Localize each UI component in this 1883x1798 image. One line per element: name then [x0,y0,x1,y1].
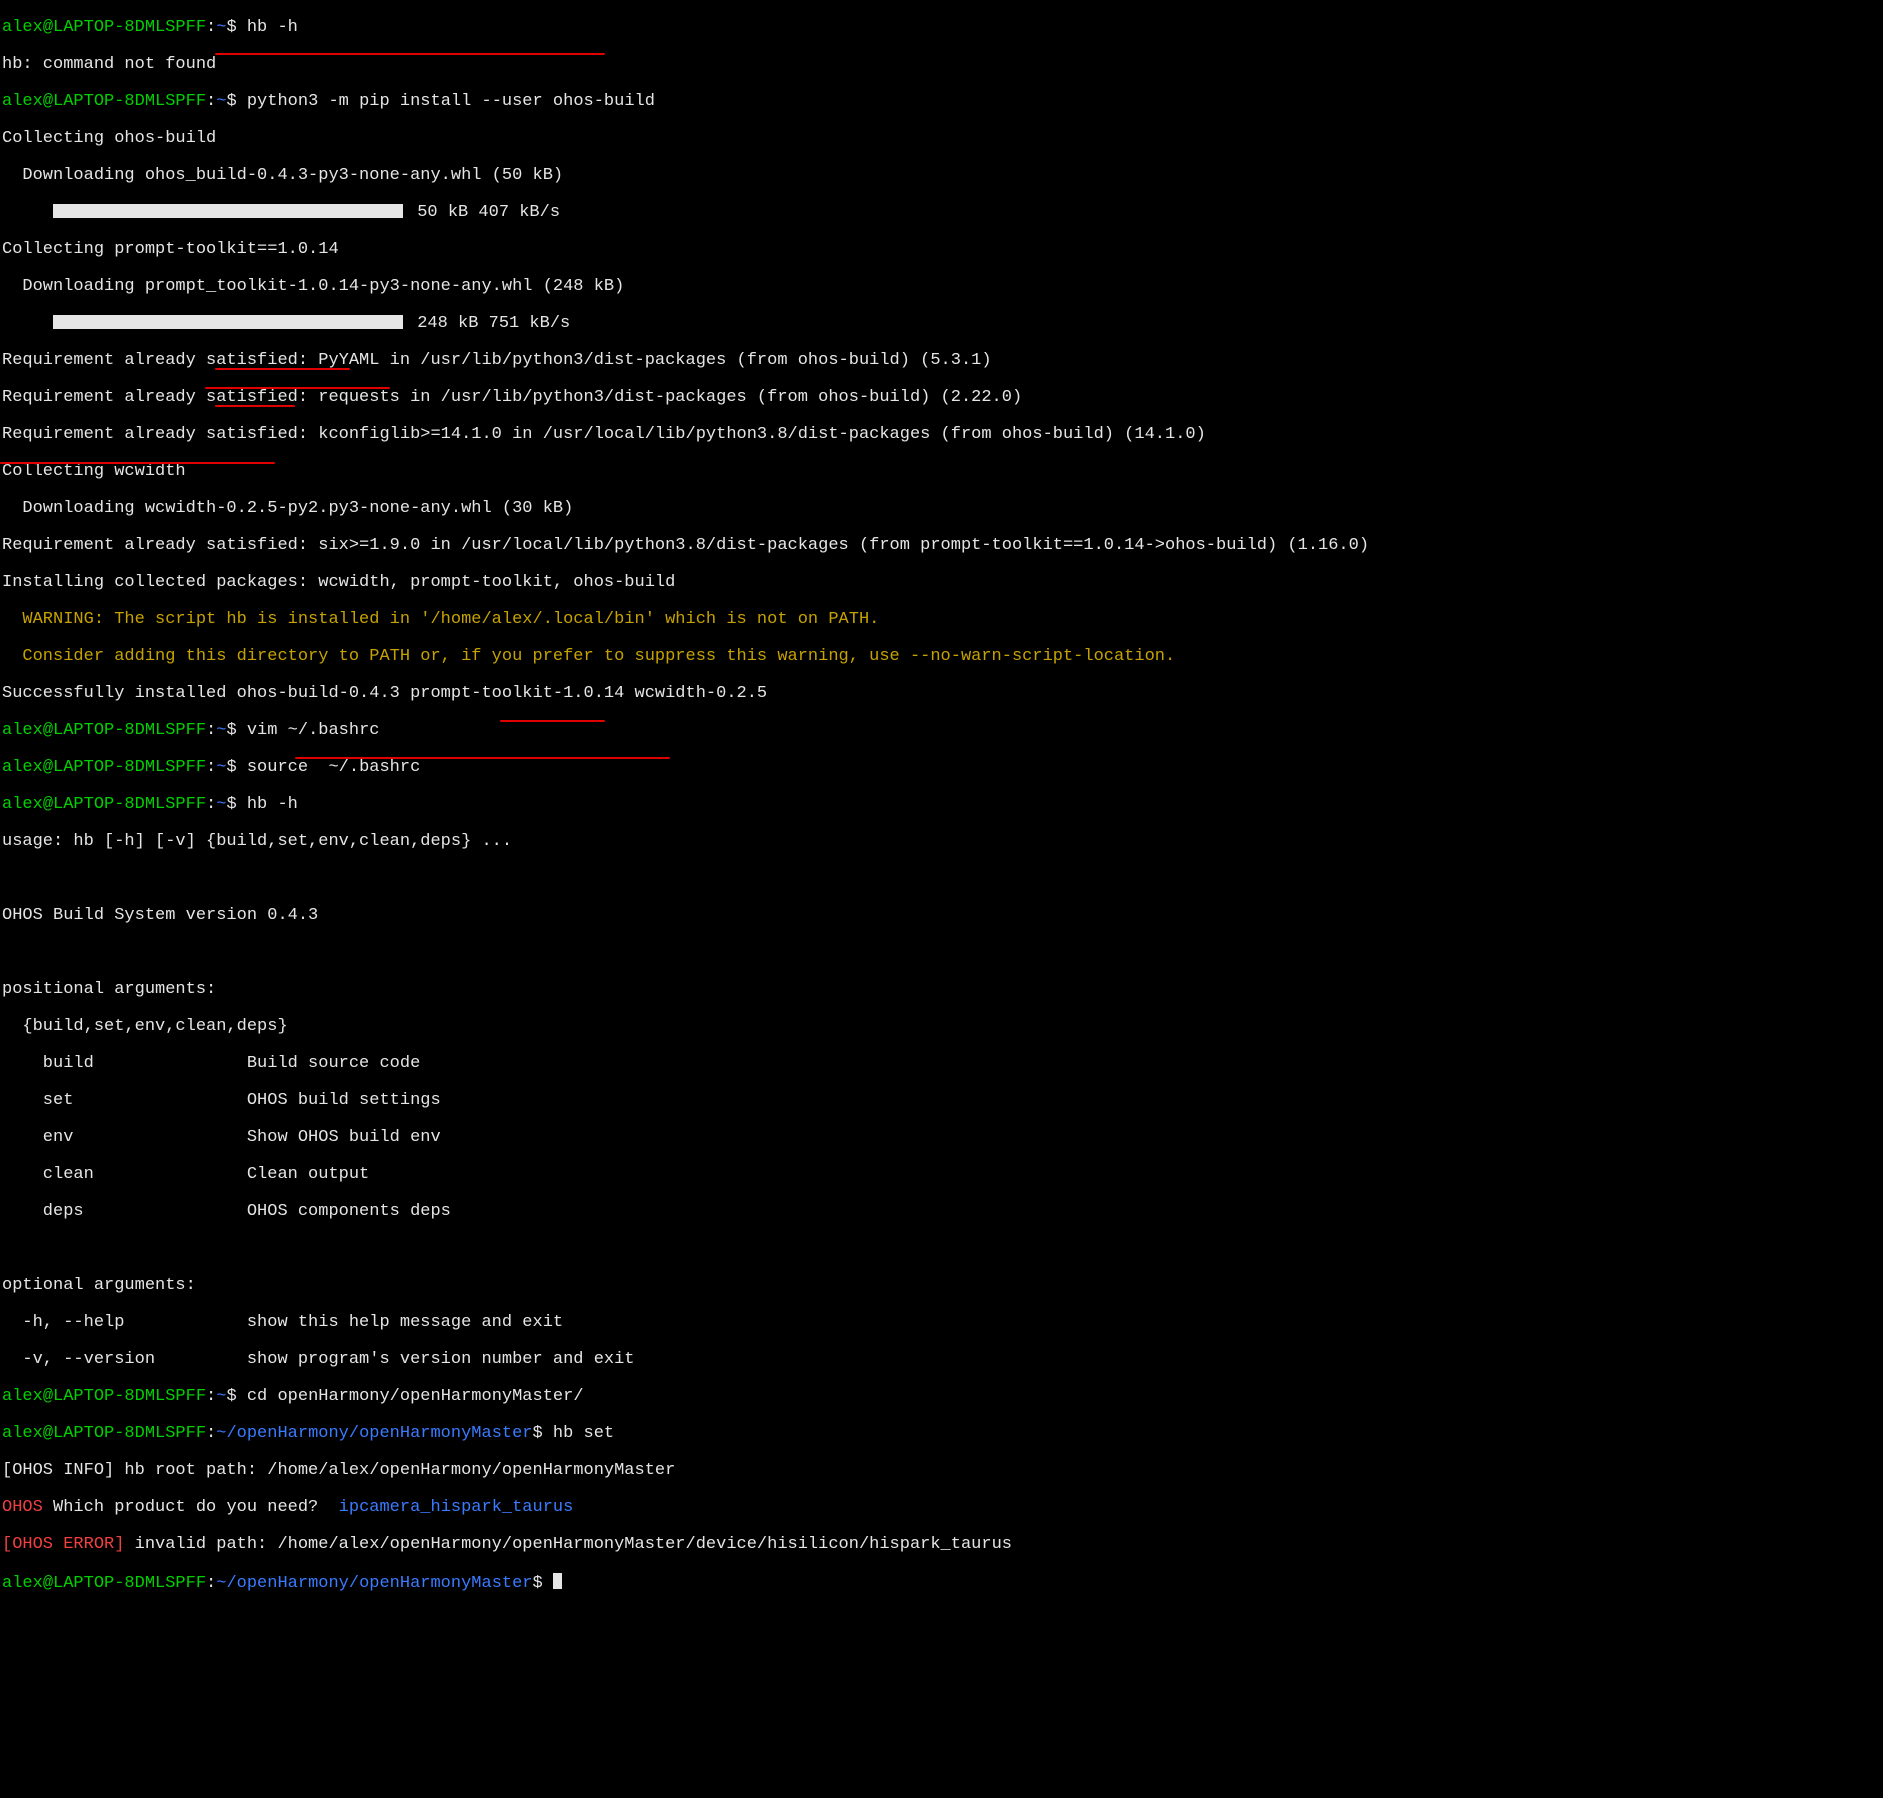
cmd-source-bashrc: source ~/.bashrc [247,758,420,777]
ohos-label: OHOS [2,1498,43,1517]
cmd-cd-ohm: cd openHarmony/openHarmonyMaster/ [247,1387,584,1406]
product-selection: ipcamera_hispark_taurus [339,1498,574,1517]
terminal-output[interactable]: alex@LAPTOP-8DMLSPFF:~$ hb -h hb: comman… [0,0,1883,1798]
progress-bar [53,204,403,218]
cmd-hb-set: hb set [553,1424,614,1443]
cursor[interactable] [553,1573,562,1589]
pip-warning: Consider adding this directory to PATH o… [2,647,1175,666]
progress-bar [53,315,403,329]
cmd-vim-bashrc: vim ~/.bashrc [247,721,380,740]
ohos-error-label: [OHOS ERROR] [2,1535,124,1554]
out-not-found: hb: command not found [2,55,216,74]
cmd-hb-h2: hb -h [247,795,298,814]
pip-warning: WARNING: The script hb is installed in '… [2,610,879,629]
prompt-path-workdir: ~/openHarmony/openHarmonyMaster [216,1424,532,1443]
prompt-user: alex [2,18,43,37]
cmd-hb-h: hb -h [247,18,298,37]
prompt-path: ~ [216,18,226,37]
ohos-error-msg: invalid path: /home/alex/openHarmony/ope… [124,1535,1012,1554]
ohos-version: OHOS Build System version 0.4.3 [2,906,318,925]
prompt-host: LAPTOP-8DMLSPFF [53,18,206,37]
cmd-pip-install: python3 -m pip install --user ohos-build [247,92,655,111]
